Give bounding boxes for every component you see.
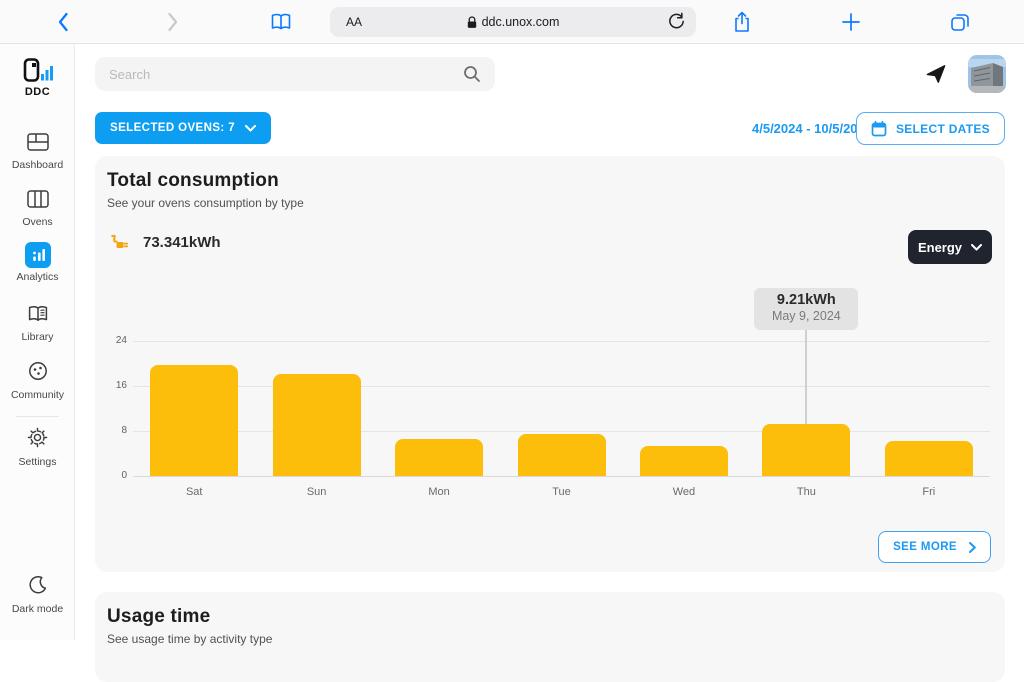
chart-y-tick: 8 [103,425,127,436]
chart-tooltip: 9.21kWh May 9, 2024 [754,288,858,330]
usage-time-card: Usage time See usage time by activity ty… [95,592,1005,682]
chart-x-label: Fri [889,486,969,498]
chevron-down-icon [971,244,982,251]
sidebar-item-ovens[interactable]: Ovens [0,186,75,228]
reading-list-icon[interactable] [267,0,295,44]
sidebar-label-ovens: Ovens [0,216,75,228]
sidebar-divider [16,416,59,417]
sidebar: DDC Dashboard Ovens Analytics Library Co… [0,44,75,640]
selected-ovens-button[interactable]: SELECTED OVENS: 7 [95,112,271,144]
total-energy-metric: 73.341kWh [109,232,221,252]
new-tab-icon[interactable] [837,0,865,44]
chart-gridline [133,341,990,342]
total-energy-value: 73.341kWh [143,234,221,251]
see-more-button[interactable]: SEE MORE [878,531,991,563]
chart-bar-fri[interactable] [885,441,973,476]
chevron-right-icon [969,542,976,553]
sidebar-item-settings[interactable]: Settings [0,424,75,468]
chart-x-label: Wed [644,486,724,498]
chevron-down-icon [245,125,256,132]
search-icon [463,65,481,83]
energy-plug-icon [109,232,129,252]
forward-icon[interactable] [159,0,187,44]
chart-x-label: Thu [766,486,846,498]
library-icon [25,301,51,327]
chart-bar-thu[interactable] [762,424,850,476]
sidebar-label-settings: Settings [0,456,75,468]
calendar-icon [871,121,887,137]
sidebar-item-dark-mode[interactable]: Dark mode [0,572,75,615]
moon-icon [25,572,51,598]
browser-toolbar: AA ddc.unox.com [0,0,1024,44]
tooltip-line [805,330,807,424]
chart-gridline [133,431,990,432]
chart-bar-mon[interactable] [395,439,483,476]
avatar[interactable] [968,55,1006,93]
see-more-label: SEE MORE [893,541,957,553]
chart-bar-wed[interactable] [640,446,728,476]
back-icon[interactable] [49,0,77,44]
selected-ovens-label: SELECTED OVENS: 7 [110,122,235,134]
select-dates-label: SELECT DATES [896,122,990,136]
tooltip-value: 9.21kWh [754,292,858,309]
card-subtitle: See usage time by activity type [107,632,272,646]
lock-icon [467,16,477,29]
sidebar-label-library: Library [0,331,75,343]
chart-y-tick: 0 [103,470,127,481]
sidebar-item-community[interactable]: Community [0,358,75,401]
total-consumption-card: Total consumption See your ovens consump… [95,156,1005,572]
analytics-icon [25,242,51,268]
select-dates-button[interactable]: SELECT DATES [856,112,1005,145]
date-range-text: 4/5/2024 - 10/5/2024 [752,121,872,136]
chart-bar-sun[interactable] [273,374,361,476]
chart-bar-sat[interactable] [150,365,238,476]
sidebar-label-community: Community [0,389,75,401]
ovens-icon [25,186,51,212]
send-icon[interactable] [922,60,950,88]
dashboard-icon [25,129,51,155]
tabs-overview-icon[interactable] [946,0,974,44]
sidebar-label-analytics: Analytics [0,271,75,283]
sidebar-item-library[interactable]: Library [0,301,75,343]
ddc-logo[interactable]: DDC [0,58,75,98]
settings-gear-icon [25,424,51,450]
card-title: Total consumption [107,170,279,192]
logo-text: DDC [0,86,75,98]
reader-options-button[interactable]: AA [346,15,362,29]
search-input[interactable] [109,67,463,82]
metric-selector-dropdown[interactable]: Energy [908,230,992,264]
community-icon [25,358,51,384]
metric-selector-value: Energy [918,240,962,255]
consumption-chart: 9.21kWh May 9, 2024 081624SatSunMonTueWe… [133,341,990,476]
sidebar-item-analytics[interactable]: Analytics [0,242,75,283]
chart-gridline [133,386,990,387]
sidebar-label-dark-mode: Dark mode [0,603,75,615]
card-subtitle: See your ovens consumption by type [107,196,304,210]
chart-x-label: Sun [277,486,357,498]
tooltip-date: May 9, 2024 [754,309,858,324]
address-bar[interactable]: AA ddc.unox.com [330,7,696,37]
chart-y-tick: 16 [103,380,127,391]
chart-x-label: Sat [154,486,234,498]
share-icon[interactable] [728,0,756,44]
chart-y-tick: 24 [103,335,127,346]
url-text: ddc.unox.com [482,15,560,29]
card-title: Usage time [107,606,210,628]
search-bar[interactable] [95,57,495,91]
refresh-icon[interactable] [667,12,686,31]
sidebar-label-dashboard: Dashboard [0,159,75,171]
chart-x-label: Mon [399,486,479,498]
chart-x-label: Tue [522,486,602,498]
chart-bar-tue[interactable] [518,434,606,476]
sidebar-item-dashboard[interactable]: Dashboard [0,129,75,171]
